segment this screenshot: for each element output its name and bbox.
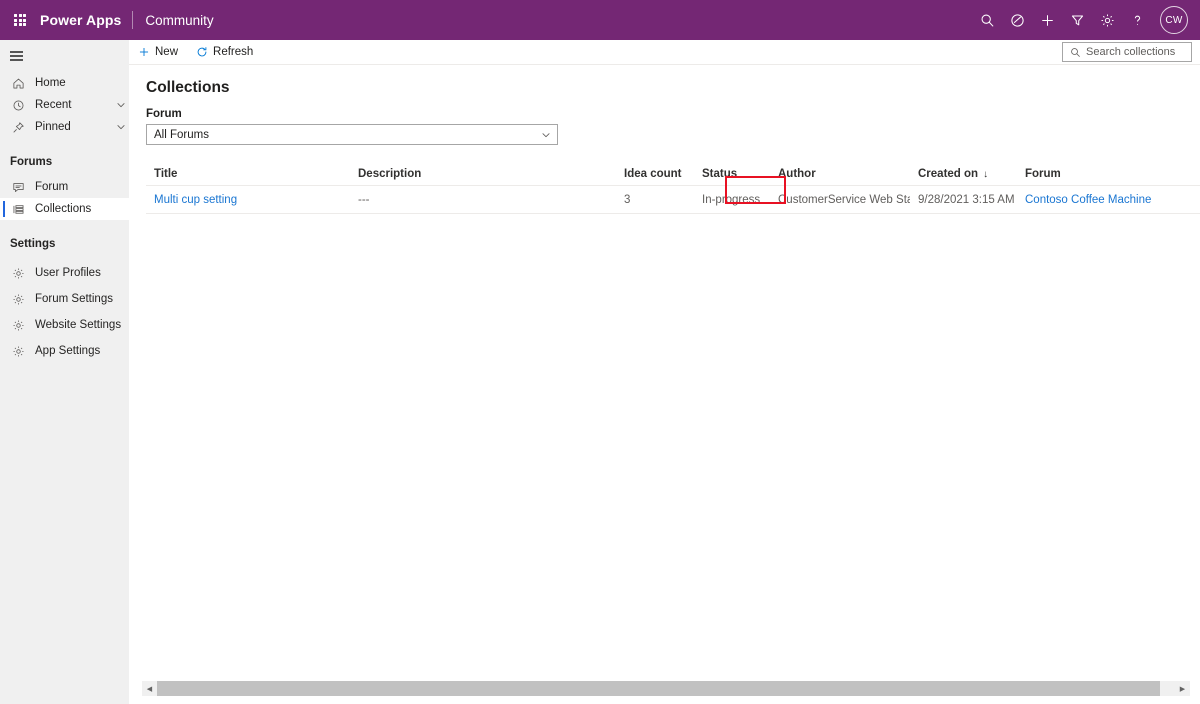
- sort-descending-icon: ↓: [983, 168, 989, 180]
- refresh-button[interactable]: Refresh: [187, 40, 262, 65]
- table-row[interactable]: Multi cup setting --- 3 In-progress Cust…: [146, 186, 1200, 214]
- chevron-down-icon[interactable]: [113, 100, 129, 110]
- sidebar-item-label: Forum: [35, 181, 69, 193]
- top-header: Power Apps Community CW: [0, 0, 1200, 40]
- clock-icon: [10, 97, 26, 113]
- table-header-row: Title Description Idea count Status Auth…: [146, 162, 1200, 186]
- main-content: Collections Forum All Forums Title Descr…: [129, 65, 1200, 675]
- search-placeholder: Search collections: [1086, 46, 1176, 58]
- sidebar-item-forum[interactable]: Forum: [0, 176, 129, 198]
- comment-icon: [10, 179, 26, 195]
- help-icon[interactable]: [1122, 0, 1152, 40]
- new-button-label: New: [155, 46, 179, 58]
- new-button[interactable]: New: [129, 40, 187, 65]
- sidebar-item-label: Home: [35, 77, 66, 89]
- cell-status: In-progress: [702, 193, 761, 206]
- page-title: Collections: [146, 79, 230, 96]
- cell-author: CustomerService Web Staging: [778, 193, 910, 206]
- scrollbar-thumb[interactable]: [157, 681, 1160, 696]
- header-actions: CW: [972, 0, 1200, 40]
- sidebar-item-forum-settings[interactable]: Forum Settings: [0, 288, 129, 310]
- column-header-title[interactable]: Title: [146, 168, 350, 180]
- sidebar-item-user-profiles[interactable]: User Profiles: [0, 262, 129, 284]
- scrollbar-track[interactable]: [157, 681, 1175, 696]
- app-name-label[interactable]: Community: [145, 13, 213, 28]
- sidebar-item-label: Collections: [35, 203, 92, 215]
- refresh-button-label: Refresh: [213, 46, 254, 58]
- sidebar-item-pinned[interactable]: Pinned: [0, 116, 129, 138]
- sidebar-item-label: App Settings: [35, 345, 101, 357]
- sidebar-item-label: Recent: [35, 99, 72, 111]
- cell-created-on: 9/28/2021 3:15 AM: [918, 193, 1015, 206]
- gear-icon: [10, 291, 26, 307]
- search-collections-input[interactable]: Search collections: [1062, 42, 1192, 62]
- brand-divider: [132, 11, 134, 29]
- plus-icon: [138, 46, 150, 58]
- app-launcher-waffle-icon[interactable]: [0, 0, 40, 40]
- column-header-forum[interactable]: Forum: [1017, 168, 1197, 180]
- hamburger-icon: [10, 51, 23, 61]
- cell-description: ---: [358, 193, 370, 206]
- column-header-author[interactable]: Author: [770, 168, 910, 180]
- sidebar-item-recent[interactable]: Recent: [0, 94, 129, 116]
- collections-table: Title Description Idea count Status Auth…: [129, 162, 1200, 214]
- waffle-grid-icon: [14, 14, 26, 26]
- cell-forum-link[interactable]: Contoso Coffee Machine: [1017, 194, 1197, 206]
- gear-icon: [10, 343, 26, 359]
- forum-filter-label: Forum: [146, 108, 182, 120]
- column-header-description[interactable]: Description: [350, 168, 616, 180]
- search-icon: [1070, 47, 1081, 58]
- sidebar-item-label: Website Settings: [35, 319, 122, 331]
- sidebar-item-label: User Profiles: [35, 267, 101, 279]
- plus-icon[interactable]: [1032, 0, 1062, 40]
- sidebar-item-label: Forum Settings: [35, 293, 113, 305]
- forum-filter-dropdown[interactable]: All Forums: [146, 124, 558, 145]
- forum-filter-value: All Forums: [154, 128, 209, 141]
- horizontal-scrollbar[interactable]: ◀ ▶: [142, 681, 1190, 696]
- refresh-icon: [196, 46, 208, 58]
- avatar[interactable]: CW: [1160, 6, 1188, 34]
- cell-idea-count: 3: [624, 193, 631, 206]
- chevron-down-icon[interactable]: [113, 122, 129, 132]
- sidebar-group-settings: Settings: [10, 238, 56, 250]
- sidebar-item-website-settings[interactable]: Website Settings: [0, 314, 129, 336]
- gear-icon: [10, 317, 26, 333]
- pin-icon: [10, 119, 26, 135]
- filter-icon[interactable]: [1062, 0, 1092, 40]
- power-apps-window: Power Apps Community CW Home Recent Pinn…: [0, 0, 1200, 704]
- sidebar: Home Recent Pinned Forums Forum Collecti…: [0, 40, 129, 704]
- column-header-created-on[interactable]: Created on ↓: [910, 168, 1017, 180]
- brand-title[interactable]: Power Apps: [40, 12, 132, 28]
- column-header-idea-count[interactable]: Idea count: [616, 168, 694, 180]
- column-header-created-on-label: Created on: [918, 167, 979, 180]
- gear-icon[interactable]: [1092, 0, 1122, 40]
- search-icon[interactable]: [972, 0, 1002, 40]
- environment-icon[interactable]: [1002, 0, 1032, 40]
- command-bar: New Refresh Search collections: [129, 40, 1200, 65]
- scroll-left-arrow-icon[interactable]: ◀: [142, 681, 157, 696]
- list-icon: [10, 201, 26, 217]
- chevron-down-icon[interactable]: [535, 130, 557, 140]
- cell-title-link[interactable]: Multi cup setting: [146, 194, 350, 206]
- sidebar-item-app-settings[interactable]: App Settings: [0, 340, 129, 362]
- sidebar-item-home[interactable]: Home: [0, 72, 129, 94]
- sidebar-item-label: Pinned: [35, 121, 71, 133]
- sidebar-item-collections[interactable]: Collections: [0, 198, 129, 220]
- forum-filter: Forum All Forums: [129, 97, 1200, 145]
- sidebar-group-forums: Forums: [10, 156, 53, 168]
- gear-icon: [10, 265, 26, 281]
- scroll-right-arrow-icon[interactable]: ▶: [1175, 681, 1190, 696]
- home-icon: [10, 75, 26, 91]
- sidebar-toggle-hamburger-icon[interactable]: [0, 44, 129, 68]
- column-header-status[interactable]: Status: [694, 168, 770, 180]
